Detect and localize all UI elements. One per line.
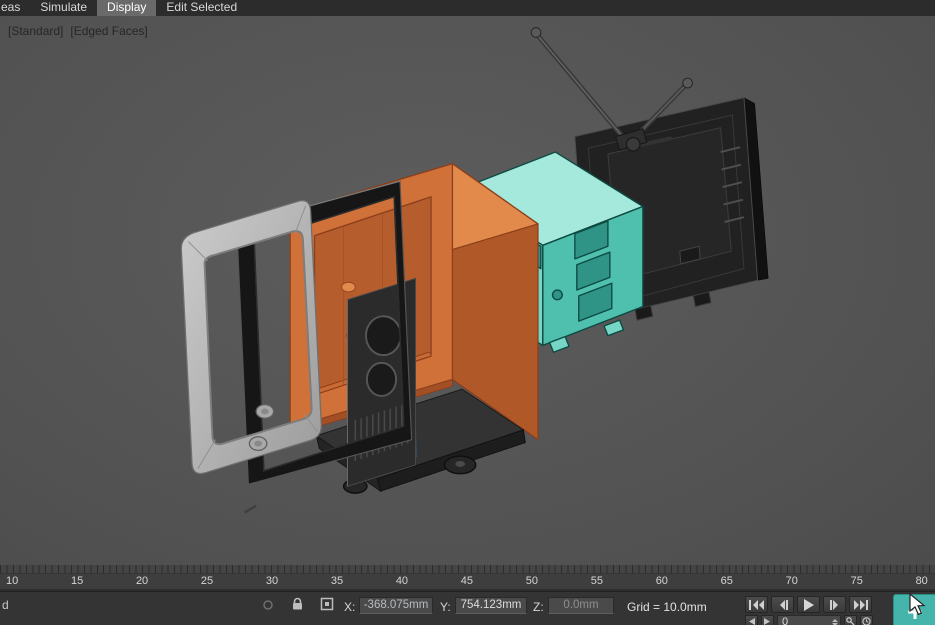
- z-coordinate-label: Z:: [533, 600, 544, 614]
- frame-controls-row: 0: [745, 615, 873, 625]
- time-configuration-button[interactable]: [860, 615, 873, 625]
- x-coordinate-field[interactable]: -368.075mm: [359, 597, 433, 614]
- grid-origin-mark: [244, 506, 256, 513]
- arrow-right-icon: [764, 618, 771, 625]
- frame-tick: 60: [656, 575, 668, 587]
- frame-tick: 40: [396, 575, 408, 587]
- key-mode-button[interactable]: [844, 615, 857, 625]
- play-button[interactable]: [797, 596, 820, 613]
- y-coordinate-field[interactable]: 754.123mm: [455, 597, 527, 614]
- z-coordinate-field[interactable]: 0.0mm: [548, 597, 614, 614]
- frame-tick: 65: [721, 575, 733, 587]
- 3ds-max-window: eas Simulate Display Edit Selected [Stan…: [0, 0, 935, 625]
- isolate-selection-icon[interactable]: [262, 599, 274, 614]
- frame-tick: 50: [526, 575, 538, 587]
- play-icon: [803, 599, 815, 611]
- go-to-start-button[interactable]: [745, 596, 768, 613]
- frame-tick: 20: [136, 575, 148, 587]
- tab-simulate[interactable]: Simulate: [30, 0, 97, 16]
- go-to-end-icon: [853, 600, 869, 610]
- playback-controls: [745, 596, 872, 613]
- absolute-mode-icon[interactable]: [320, 597, 334, 614]
- prompt-text-partial: d: [2, 598, 9, 612]
- arrow-left-icon: [748, 618, 755, 625]
- viewport[interactable]: [Standard] [Edged Faces]: [0, 16, 935, 565]
- frame-tick: 30: [266, 575, 278, 587]
- frame-tick: 45: [461, 575, 473, 587]
- frame-tick: 75: [851, 575, 863, 587]
- tab-edit-selected[interactable]: Edit Selected: [156, 0, 247, 16]
- next-frame-icon: [829, 600, 841, 610]
- grid-spacing-label: Grid = 10.0mm: [627, 600, 707, 614]
- tab-partial[interactable]: eas: [0, 0, 30, 16]
- frame-tick: 70: [786, 575, 798, 587]
- y-coordinate-label: Y:: [440, 600, 451, 614]
- ribbon-tab-bar: eas Simulate Display Edit Selected: [0, 0, 935, 16]
- next-frame-button[interactable]: [823, 596, 846, 613]
- viewport-shading-label[interactable]: [Standard]: [8, 24, 63, 38]
- add-button[interactable]: +: [893, 594, 935, 625]
- timeline-labels: 10 15 20 25 30 35 40 45 50 55 60 65 70 7…: [0, 573, 935, 589]
- key-back-button[interactable]: [745, 615, 758, 625]
- frame-tick: 55: [591, 575, 603, 587]
- frame-tick: 25: [201, 575, 213, 587]
- timeline: 10 15 20 25 30 35 40 45 50 55 60 65 70 7…: [0, 565, 935, 591]
- go-to-end-button[interactable]: [849, 596, 872, 613]
- key-forward-button[interactable]: [761, 615, 774, 625]
- go-to-start-icon: [749, 600, 765, 610]
- frame-tick: 80: [916, 575, 928, 587]
- current-frame-field[interactable]: 0: [777, 615, 841, 625]
- x-coordinate-label: X:: [344, 600, 355, 614]
- previous-frame-icon: [777, 600, 789, 610]
- viewport-edged-faces-label[interactable]: [Edged Faces]: [70, 24, 147, 38]
- frame-tick: 15: [71, 575, 83, 587]
- current-frame-value: 0: [782, 616, 788, 625]
- frame-tick: 35: [331, 575, 343, 587]
- viewport-label: [Standard] [Edged Faces]: [8, 24, 148, 38]
- frame-spinner[interactable]: [830, 616, 839, 625]
- key-mode-icon: [846, 617, 855, 625]
- tab-display[interactable]: Display: [97, 0, 156, 16]
- frame-tick: 10: [6, 575, 18, 587]
- exploded-tv-model: [0, 16, 935, 565]
- selection-lock-icon[interactable]: [291, 597, 304, 614]
- time-config-clock-icon: [862, 617, 871, 625]
- previous-frame-button[interactable]: [771, 596, 794, 613]
- status-bar: d X: -368.075mm Y: 754.123mm Z: 0.0mm Gr…: [0, 591, 935, 625]
